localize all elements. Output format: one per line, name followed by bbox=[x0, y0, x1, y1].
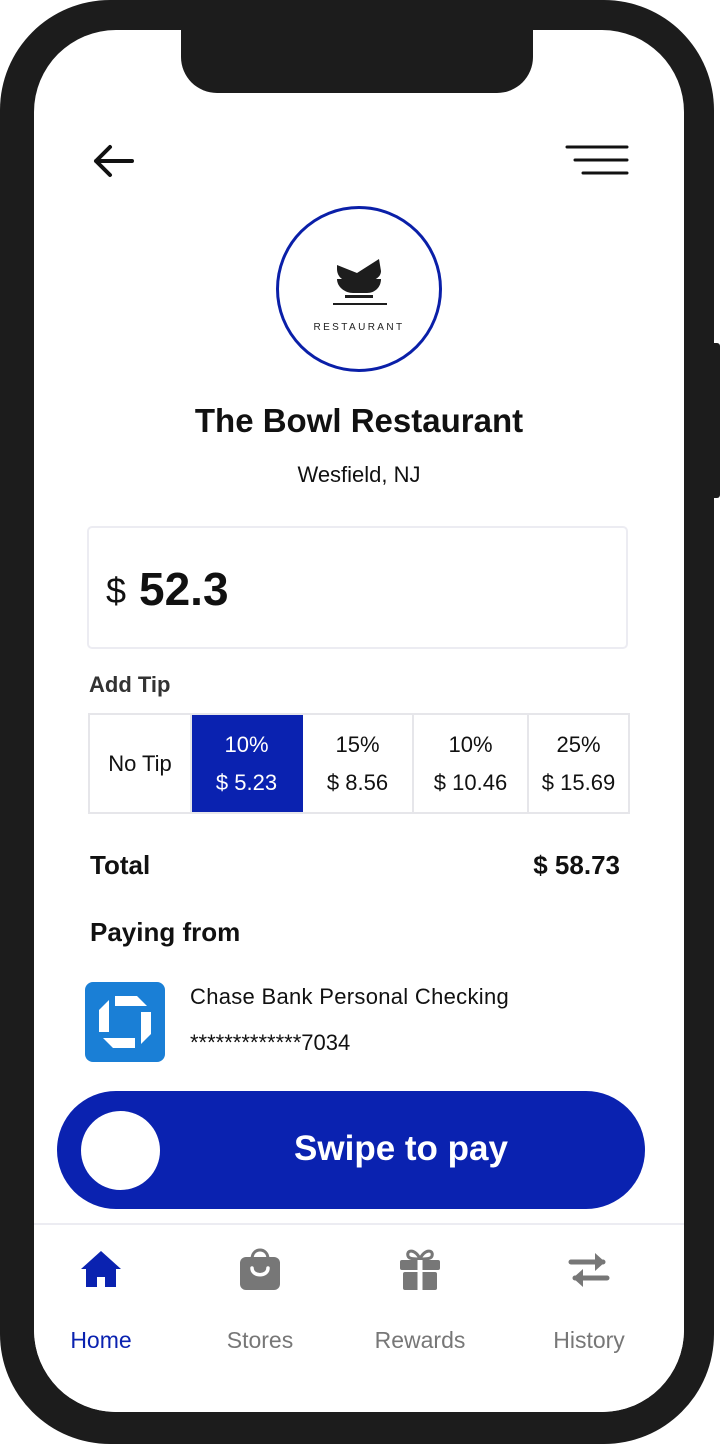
tip-option-20-percent[interactable]: 10% $ 10.46 bbox=[414, 715, 529, 812]
currency-symbol: $ bbox=[106, 570, 127, 611]
add-tip-label: Add Tip bbox=[89, 672, 171, 697]
swipe-handle[interactable] bbox=[81, 1111, 160, 1190]
bowl-icon bbox=[333, 259, 387, 305]
app-screen: RESTAURANT The Bowl Restaurant Wesfield,… bbox=[34, 30, 684, 1412]
tip-selector: No Tip 10% $ 5.23 15% $ 8.56 10% $ 10.46… bbox=[88, 713, 630, 814]
back-button[interactable] bbox=[88, 142, 138, 182]
amount-input[interactable]: $ 52.3 bbox=[87, 526, 628, 649]
total-label: Total bbox=[90, 850, 151, 880]
phone-side-button bbox=[712, 343, 720, 498]
bank-account-number: *************7034 bbox=[190, 1030, 351, 1055]
tab-label: History bbox=[553, 1327, 625, 1353]
hamburger-menu-icon bbox=[565, 145, 629, 175]
tip-option-label: 25% bbox=[556, 731, 601, 757]
tab-rewards[interactable]: Rewards bbox=[350, 1225, 490, 1365]
tip-option-15-percent[interactable]: 15% $ 8.56 bbox=[303, 715, 414, 812]
store-location: Wesfield, NJ bbox=[297, 462, 421, 487]
gift-icon bbox=[400, 1249, 440, 1290]
tab-history[interactable]: History bbox=[519, 1225, 659, 1365]
tab-label: Rewards bbox=[374, 1327, 466, 1353]
tip-option-label: 15% bbox=[335, 731, 380, 757]
phone-notch bbox=[181, 30, 533, 93]
tip-option-label: 10% bbox=[224, 731, 269, 757]
home-icon bbox=[81, 1251, 121, 1287]
restaurant-logo: RESTAURANT bbox=[276, 206, 442, 372]
swipe-label: Swipe to pay bbox=[294, 1129, 508, 1168]
tab-label: Home bbox=[70, 1327, 132, 1353]
total-value: $ 58.73 bbox=[533, 850, 620, 880]
tab-label: Stores bbox=[226, 1327, 294, 1353]
bank-logo-icon[interactable] bbox=[85, 982, 165, 1062]
store-name: The Bowl Restaurant bbox=[194, 402, 524, 439]
tab-stores[interactable]: Stores bbox=[190, 1225, 330, 1365]
tip-option-amount: $ 15.69 bbox=[541, 769, 616, 795]
menu-button[interactable] bbox=[564, 142, 630, 182]
swipe-to-pay-slider[interactable]: Swipe to pay bbox=[57, 1091, 645, 1209]
arrow-left-icon bbox=[94, 145, 134, 177]
shopping-bag-icon bbox=[240, 1248, 280, 1290]
transfer-arrows-icon bbox=[568, 1253, 610, 1287]
amount-value: 52.3 bbox=[139, 563, 229, 615]
tip-option-amount: $ 5.23 bbox=[215, 769, 278, 795]
tab-home[interactable]: Home bbox=[34, 1225, 171, 1365]
tip-option-label: No Tip bbox=[108, 750, 172, 776]
paying-from-label: Paying from bbox=[90, 917, 241, 947]
chase-octagon-logo bbox=[99, 996, 151, 1048]
tip-option-amount: $ 10.46 bbox=[433, 769, 508, 795]
bottom-tab-bar: Home Stores Rewards History bbox=[34, 1223, 684, 1412]
tip-option-none[interactable]: No Tip bbox=[90, 715, 192, 812]
tip-option-amount: $ 8.56 bbox=[326, 769, 389, 795]
tip-option-25-percent[interactable]: 25% $ 15.69 bbox=[529, 715, 628, 812]
logo-text: RESTAURANT bbox=[313, 322, 405, 333]
tip-option-label: 10% bbox=[448, 731, 493, 757]
bank-account-name: Chase Bank Personal Checking bbox=[190, 984, 510, 1009]
tip-option-10-percent[interactable]: 10% $ 5.23 bbox=[192, 715, 303, 812]
